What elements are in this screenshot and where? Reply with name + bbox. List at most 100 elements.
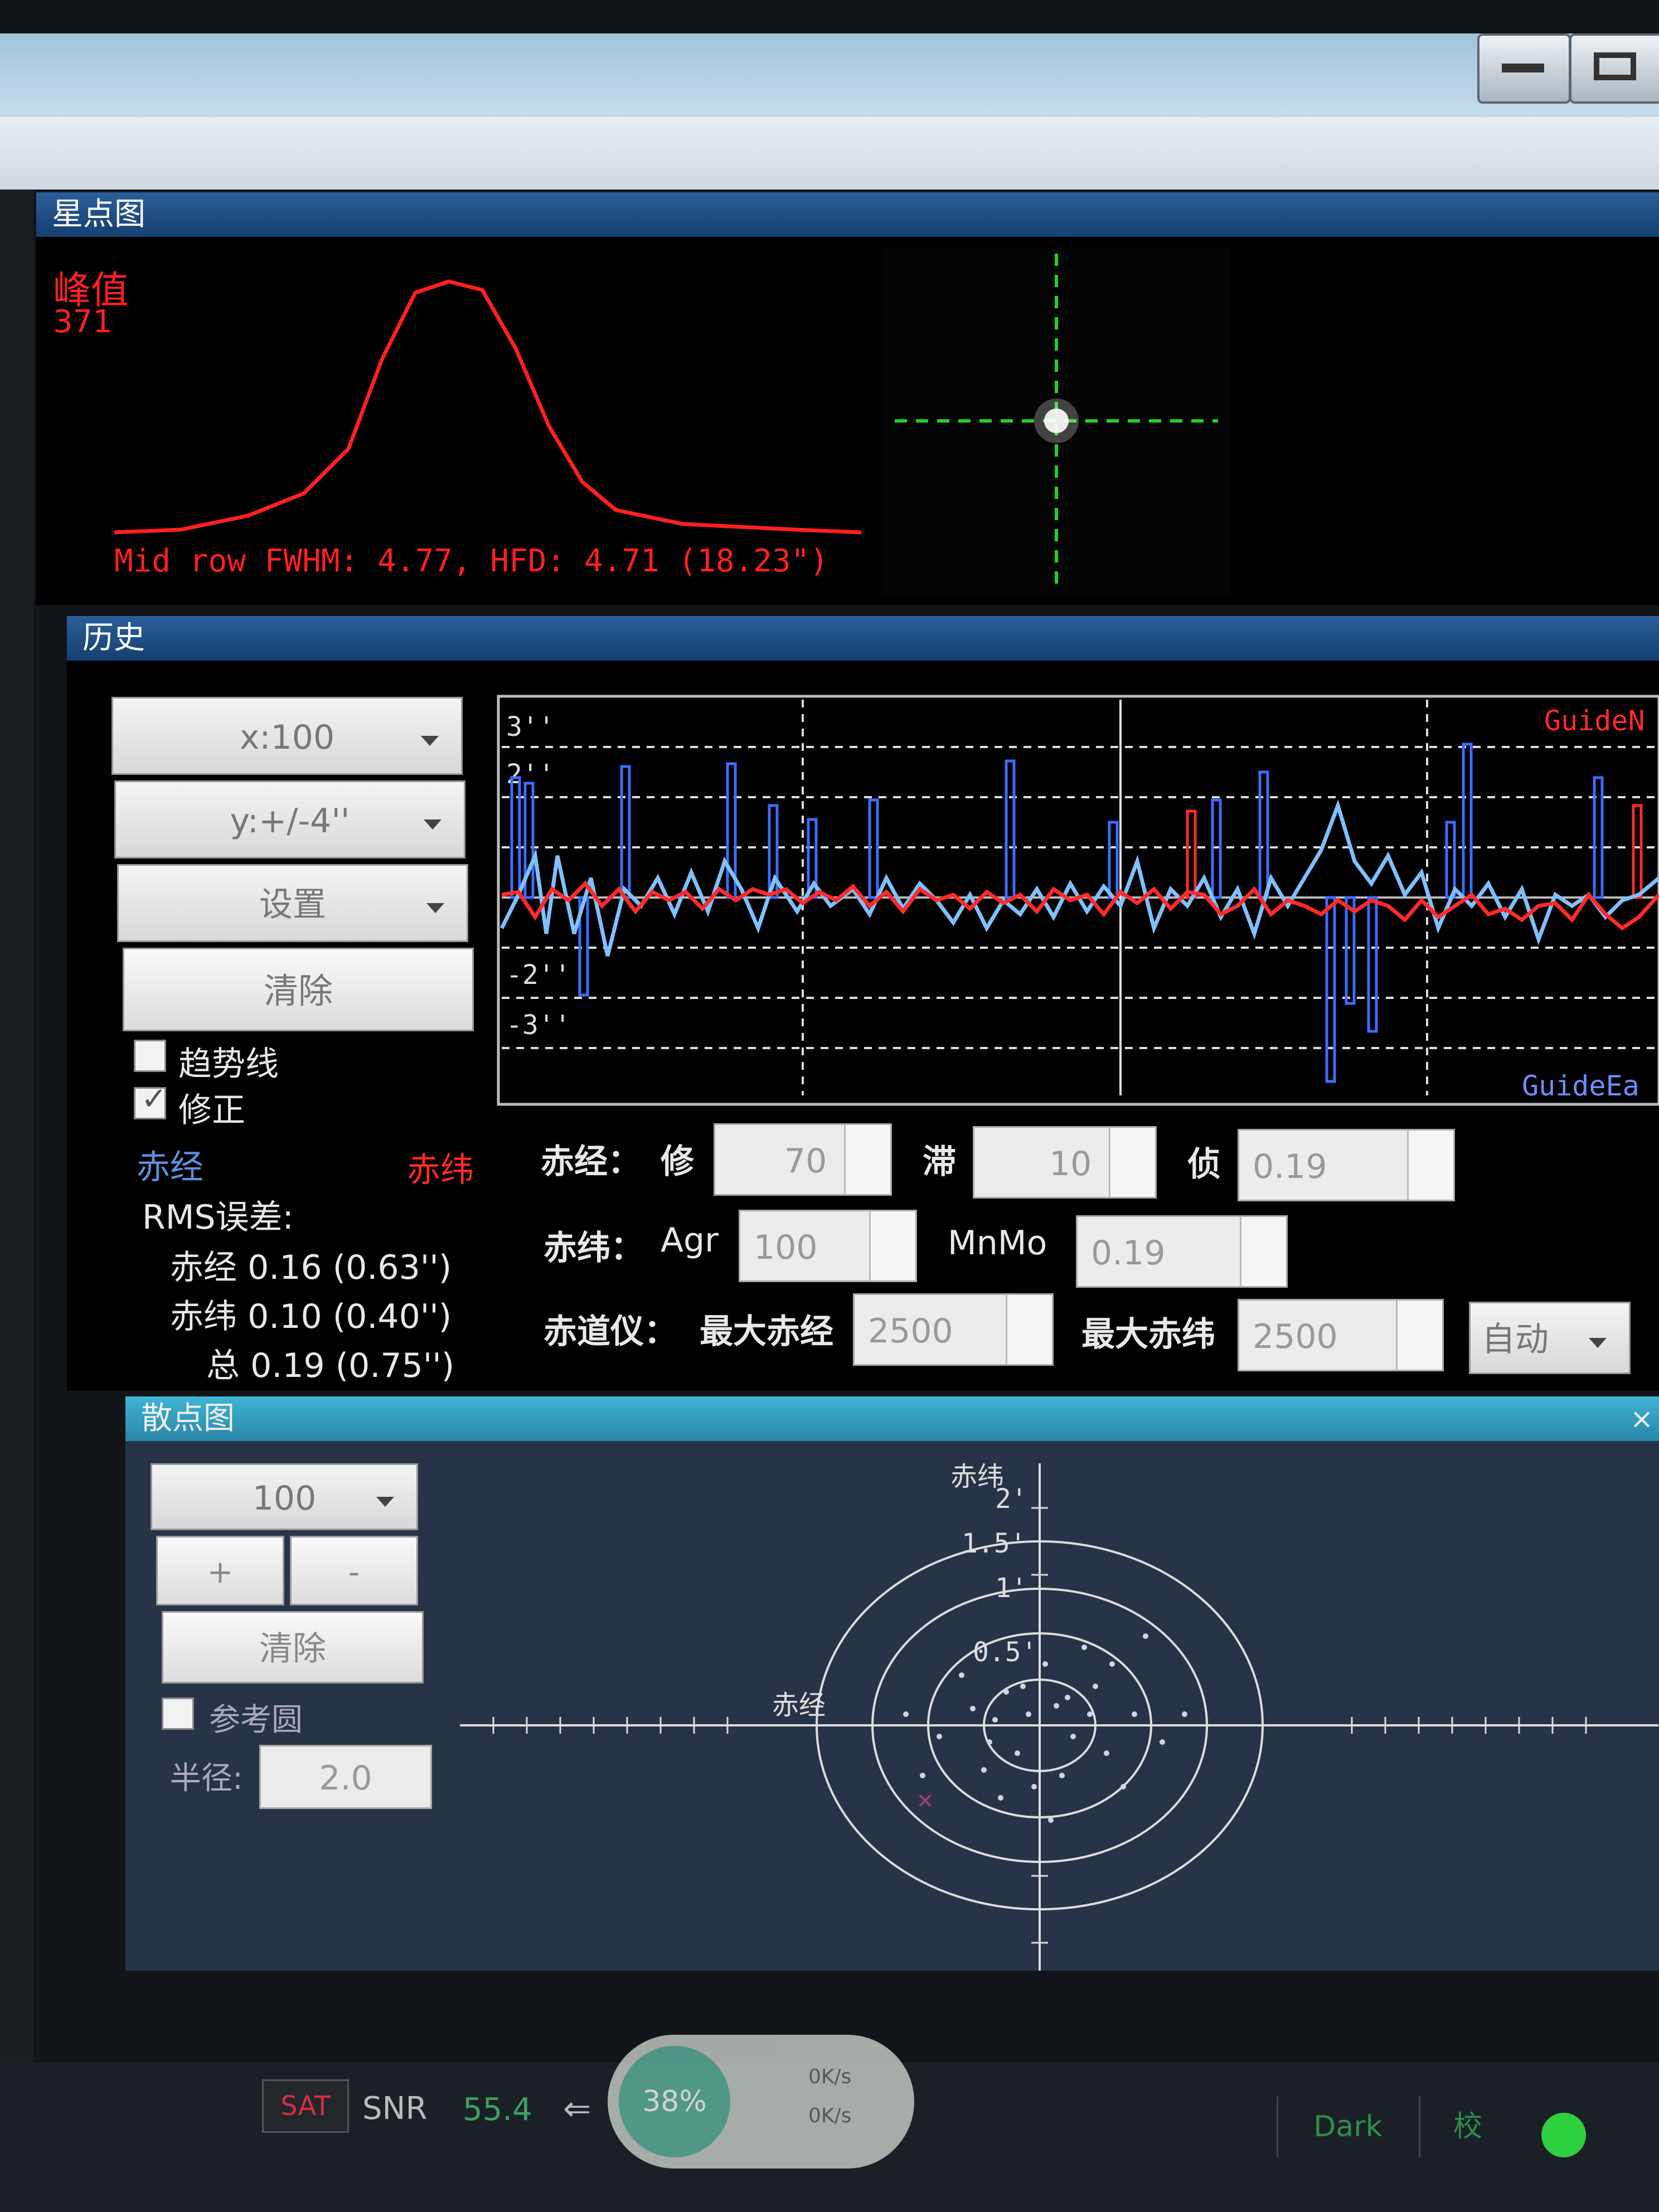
spinner-arrows-icon[interactable] [869,1211,915,1280]
mount-row-label: 赤道仪： [544,1312,677,1351]
y-scale-value: y:+/-4'' [230,802,350,841]
scatter-clear-button[interactable]: 清除 [162,1611,424,1684]
history-title: 历史 [83,620,145,656]
ra-detect-value: 0.19 [1253,1147,1327,1186]
scatter-title: 散点图 [141,1400,235,1437]
max-dec-spinner[interactable]: 2500 [1238,1299,1444,1371]
ra-fix-label: 修 [661,1142,694,1181]
ref-circle-label: 参考圆 [209,1702,303,1738]
window-titlebar [0,33,1659,117]
trendline-checkbox[interactable] [134,1040,166,1072]
close-icon[interactable]: × [1630,1396,1653,1441]
ra-legend-label: 赤经 [137,1148,203,1187]
chevron-down-icon [1589,1338,1607,1348]
chevron-down-icon [421,736,439,746]
progress-circle: 38% [619,2046,730,2157]
left-edge [0,190,33,2085]
max-dec-label: 最大赤纬 [1081,1315,1215,1354]
rms-ra: 赤经 0.16 (0.63'') [170,1248,452,1287]
spinner-arrows-icon[interactable] [1240,1217,1286,1286]
last-point-marker-icon: × [917,1784,933,1816]
dark-toggle[interactable]: Dark [1277,2096,1418,2157]
dec-minmo-label: MnMo [948,1224,1047,1263]
spinner-arrows-icon[interactable] [1407,1131,1453,1200]
ring-label-1: 1' [995,1573,1027,1604]
snr-label: SNR [362,2090,428,2127]
restore-button[interactable] [1569,33,1659,104]
menu-bar [0,117,1659,190]
ra-lag-value: 10 [1049,1144,1092,1183]
guide-mode-dropdown[interactable]: 自动 [1469,1302,1631,1374]
y-tick-3: 3'' [506,711,555,743]
upload-rate: 0K/s [808,2065,852,2088]
back-arrow-icon[interactable]: ⇐ [563,2089,591,2128]
radius-spinner[interactable]: 2.0 [259,1745,432,1809]
history-panel: 历史 x:100 y:+/-4'' 设置 清除 趋势线 ✓ 修正 赤经 赤纬 R… [67,616,1659,1391]
ra-fix-spinner[interactable]: 70 [714,1123,892,1196]
star-profile-plot: Mid row FWHM: 4.77, HFD: 4.71 (18.23") [114,279,862,579]
rms-total: 总 0.19 (0.75'') [206,1346,455,1385]
history-header: 历史 [67,616,1659,661]
dec-minmo-spinner[interactable]: 0.19 [1076,1215,1288,1288]
y-scale-dropdown[interactable]: y:+/-4'' [114,780,465,858]
ref-circle-checkbox[interactable] [162,1697,194,1730]
star-image [884,248,1229,594]
star-profile-title: 星点图 [52,196,145,232]
scatter-count-dropdown[interactable]: 100 [151,1463,418,1530]
dec-agr-spinner[interactable]: 100 [739,1210,917,1282]
spinner-arrows-icon[interactable] [1396,1301,1442,1370]
scatter-ra-axis-label: 赤经 [772,1690,826,1721]
settings-dropdown[interactable]: 设置 [117,864,468,942]
fwhm-readout: Mid row FWHM: 4.77, HFD: 4.71 (18.23") [114,543,828,579]
zoom-out-button[interactable]: - [290,1536,418,1605]
zoom-in-button[interactable]: + [156,1536,284,1605]
download-rate: 0K/s [808,2104,852,2127]
history-clear-button[interactable]: 清除 [123,948,474,1031]
x-scale-dropdown[interactable]: x:100 [111,697,463,775]
star-profile-panel: 星点图 峰值 371 Mid row FWHM: 4.77, HFD: 4.71… [36,192,1659,605]
settings-label: 设置 [259,885,326,924]
guide-mode-value: 自动 [1482,1320,1549,1359]
correction-checkbox[interactable]: ✓ [134,1081,167,1119]
max-ra-label: 最大赤经 [700,1312,833,1351]
history-graph: 3'' 2'' -2'' -3'' GuideN GuideEa [497,695,1659,1106]
max-dec-value: 2500 [1253,1317,1338,1356]
dec-minmo-value: 0.19 [1091,1234,1166,1273]
check-icon: ✓ [141,1081,167,1117]
legend-guide-east: GuideEa [1522,1070,1639,1102]
network-monitor-widget[interactable]: 38% 0K/s 0K/s [608,2035,914,2169]
scatter-header: 散点图 × [125,1396,1659,1441]
trendline-label: 趋势线 [178,1045,279,1084]
scatter-panel: 散点图 × 100 + - 清除 参考圆 半径: 2.0 赤纬 赤经 2' 1.… [125,1396,1659,1971]
spinner-arrows-icon[interactable] [1006,1295,1052,1364]
rms-title: RMS误差: [142,1198,294,1237]
minimize-button[interactable] [1477,33,1571,104]
dec-row-label: 赤纬： [544,1229,644,1268]
crosshair [895,254,1218,588]
chevron-down-icon [376,1497,394,1507]
y-tick-neg2: -2'' [506,959,571,991]
ring-label-0-5: 0.5' [973,1637,1037,1668]
spinner-arrows-icon[interactable] [1109,1128,1155,1197]
ra-detect-label: 侦 [1187,1145,1221,1184]
sat-indicator: SAT [262,2079,349,2133]
y-tick-2: 2'' [506,759,555,790]
radius-label: 半径: [170,1760,243,1797]
scatter-plot: 赤纬 赤经 2' 1.5' 1' 0.5' × [460,1461,1658,1971]
ra-fix-value: 70 [784,1142,827,1181]
star-profile-curve [114,279,862,535]
ra-detect-spinner[interactable]: 0.19 [1238,1129,1455,1201]
x-scale-value: x:100 [239,718,335,757]
max-ra-spinner[interactable]: 2500 [853,1293,1054,1366]
chevron-down-icon [426,903,444,913]
calibration-indicator[interactable]: 校 [1419,2096,1515,2157]
dec-agr-value: 100 [754,1228,818,1267]
correction-label: 修正 [178,1091,245,1130]
star-profile-header: 星点图 [36,192,1659,237]
ring-label-2: 2' [995,1483,1027,1515]
spinner-arrows-icon[interactable] [844,1125,890,1194]
ra-lag-spinner[interactable]: 10 [973,1126,1157,1199]
rms-dec: 赤纬 0.10 (0.40'') [170,1297,452,1336]
guiding-status-icon [1541,2113,1586,2157]
dec-agr-label: Agr [661,1221,719,1260]
